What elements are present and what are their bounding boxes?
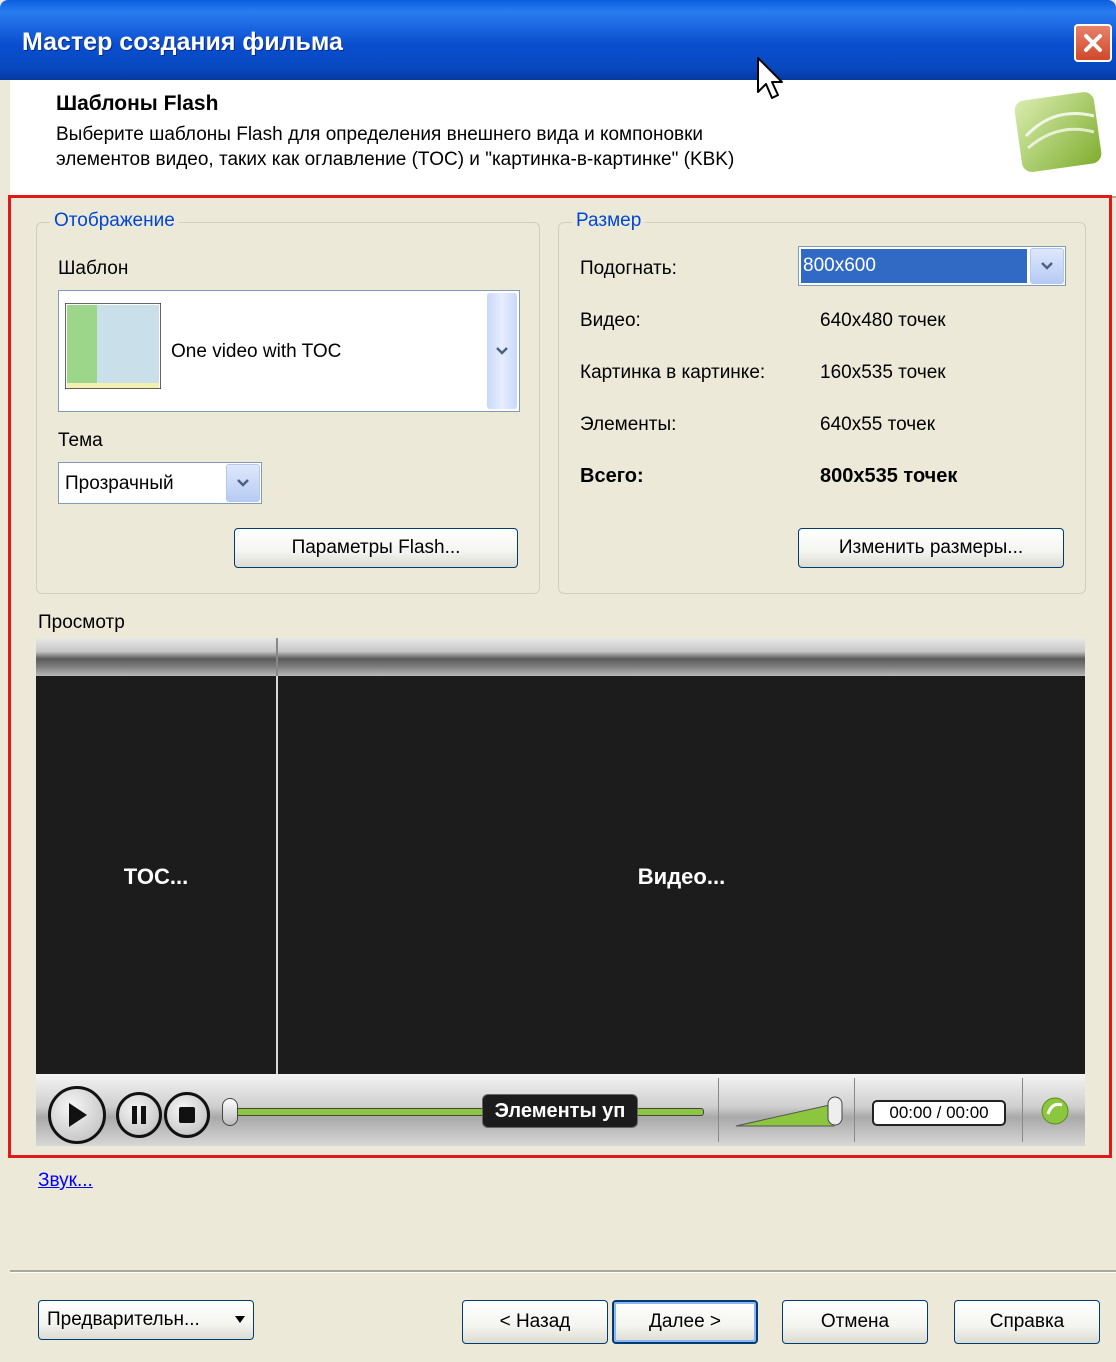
- wizard-logo-icon: [1014, 92, 1102, 172]
- close-icon: [1084, 34, 1102, 52]
- fit-label: Подогнать:: [580, 258, 677, 279]
- header-title: Шаблоны Flash: [56, 92, 219, 115]
- theme-value: Прозрачный: [65, 473, 174, 494]
- mouse-cursor-icon: [757, 57, 783, 99]
- player-divider: [718, 1078, 719, 1142]
- footer-divider-highlight: [10, 1272, 1116, 1273]
- template-label: Шаблон: [58, 258, 128, 280]
- chevron-down-icon: [496, 347, 508, 355]
- template-dropdown-button[interactable]: [487, 293, 517, 409]
- back-button[interactable]: < Назад: [462, 1300, 608, 1344]
- elements-size-value: 640x55 точек: [820, 414, 936, 435]
- theme-dropdown-button[interactable]: [226, 464, 260, 502]
- pause-button[interactable]: [116, 1092, 162, 1138]
- play-button[interactable]: [48, 1086, 106, 1144]
- display-group-title: Отображение: [50, 210, 179, 232]
- next-button[interactable]: Далее >: [612, 1300, 758, 1344]
- header-description: Выберите шаблоны Flash для определения в…: [56, 124, 735, 170]
- preview-toc-area: TOC...: [36, 676, 276, 1074]
- controls-caption: Элементы уп: [482, 1094, 638, 1128]
- resize-button[interactable]: Изменить размеры...: [798, 528, 1064, 568]
- template-label-text: Шаблон: [58, 258, 129, 279]
- player-divider: [854, 1078, 855, 1142]
- pip-size-value: 160x535 точек: [820, 362, 946, 383]
- play-icon: [69, 1103, 87, 1127]
- chevron-down-icon: [1041, 262, 1053, 270]
- caret-down-icon: [235, 1316, 245, 1323]
- fit-select[interactable]: 800x600: [798, 246, 1066, 286]
- cancel-button[interactable]: Отмена: [782, 1300, 928, 1344]
- size-group-title: Размер: [572, 210, 646, 232]
- preview-button[interactable]: Предварительн...: [38, 1300, 254, 1340]
- preview-video-area: Видео...: [278, 676, 1085, 1074]
- theme-select[interactable]: Прозрачный: [58, 462, 262, 504]
- volume-slider[interactable]: [734, 1094, 846, 1128]
- player-logo-icon: [1041, 1097, 1069, 1125]
- help-button[interactable]: Справка: [954, 1300, 1100, 1344]
- elements-size-label: Элементы:: [580, 414, 677, 435]
- sound-link[interactable]: Звук...: [38, 1170, 93, 1192]
- pause-icon: [132, 1106, 146, 1124]
- template-select[interactable]: One video with TOC: [58, 290, 520, 412]
- seek-handle[interactable]: [222, 1098, 238, 1126]
- player-divider: [1022, 1078, 1023, 1142]
- pip-size-label: Картинка в картинке:: [580, 362, 766, 383]
- chevron-down-icon: [237, 479, 249, 487]
- close-button[interactable]: [1074, 24, 1112, 62]
- header-divider: [10, 196, 1116, 198]
- stop-button[interactable]: [164, 1092, 210, 1138]
- theme-label: Тема: [58, 430, 103, 452]
- preview-toc-text: TOC...: [123, 864, 189, 889]
- flash-params-button[interactable]: Параметры Flash...: [234, 528, 518, 568]
- preview-top-bar: [36, 638, 1085, 676]
- total-size-value: 800x535 точек: [820, 465, 958, 487]
- preview-button-label: Предварительн...: [47, 1309, 200, 1330]
- window-title: Мастер создания фильма: [22, 28, 343, 56]
- total-size-label: Всего:: [580, 465, 644, 487]
- video-size-value: 640x480 точек: [820, 310, 946, 331]
- fit-value: 800x600: [803, 255, 876, 276]
- preview-label: Просмотр: [38, 612, 125, 633]
- preview-top-divider: [276, 638, 278, 676]
- template-thumbnail-icon: [65, 303, 161, 389]
- video-size-label: Видео:: [580, 310, 641, 331]
- stop-icon: [179, 1107, 195, 1123]
- template-value: One video with TOC: [171, 341, 342, 362]
- time-display: 00:00 / 00:00: [872, 1100, 1006, 1126]
- preview-video-text: Видео...: [637, 864, 726, 889]
- fit-dropdown-button[interactable]: [1030, 248, 1064, 284]
- theme-label-text: Тема: [58, 430, 103, 451]
